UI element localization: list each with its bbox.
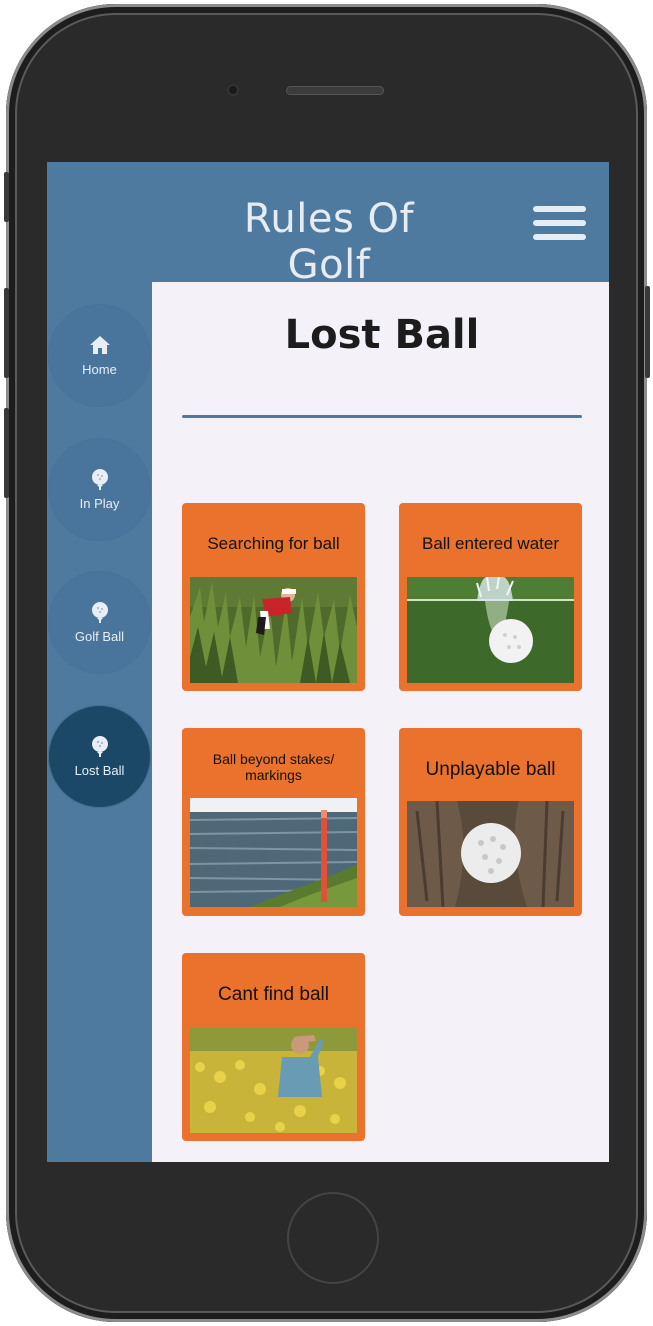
- power-button: [645, 286, 650, 378]
- card-title: Unplayable ball: [425, 759, 556, 780]
- volume-down-button: [4, 408, 9, 498]
- golf-ball-tee-icon: [91, 736, 108, 757]
- page-title: Lost Ball: [284, 312, 480, 358]
- sidebar-item-label: Lost Ball: [74, 763, 125, 778]
- sidebar-item-label: Home: [82, 362, 117, 377]
- card-title: Ball entered water: [421, 534, 560, 553]
- home-icon: [89, 336, 110, 354]
- app-header: Rules Of Golf: [47, 162, 609, 288]
- card-searching-for-ball[interactable]: Searching for ball: [182, 503, 365, 691]
- card-title: Searching for ball: [207, 534, 340, 553]
- hamburger-icon[interactable]: [533, 206, 586, 240]
- earpiece-speaker: [286, 86, 384, 95]
- golf-ball-tee-icon: [91, 469, 108, 490]
- title-divider: [182, 415, 582, 418]
- card-cant-find-ball[interactable]: Cant find ball: [182, 953, 365, 1141]
- card-image: [407, 577, 574, 683]
- home-hardware-button[interactable]: [287, 1192, 379, 1284]
- golf-ball-tee-icon: [91, 602, 108, 623]
- sidebar-item-home[interactable]: Home: [48, 304, 151, 407]
- sidebar-item-label: Golf Ball: [74, 629, 125, 644]
- card-unplayable-ball[interactable]: Unplayable ball: [399, 728, 582, 916]
- mute-switch: [4, 172, 9, 222]
- front-camera: [227, 84, 239, 96]
- card-title: Ball beyond stakes/ markings: [212, 751, 335, 783]
- card-ball-beyond-stakes[interactable]: Ball beyond stakes/ markings: [182, 728, 365, 916]
- card-image: [190, 577, 357, 683]
- app-title: Rules Of Golf: [243, 196, 415, 288]
- app-screen: Rules Of Golf Home In Play Golf Ball Los…: [47, 162, 609, 1162]
- sidebar-item-lost-ball[interactable]: Lost Ball: [48, 705, 151, 808]
- sidebar-item-label: In Play: [79, 496, 120, 511]
- card-title: Cant find ball: [218, 984, 329, 1005]
- sidebar-item-in-play[interactable]: In Play: [48, 438, 151, 541]
- main-content: Lost Ball Searching for ball Ball entere…: [152, 282, 609, 1162]
- volume-up-button: [4, 288, 9, 378]
- sidebar-item-golf-ball[interactable]: Golf Ball: [48, 571, 151, 674]
- card-image: [190, 798, 357, 907]
- card-image: [407, 801, 574, 907]
- card-image: [190, 1027, 357, 1133]
- card-ball-entered-water[interactable]: Ball entered water: [399, 503, 582, 691]
- sidebar-nav: Home In Play Golf Ball Lost Ball: [47, 282, 152, 1162]
